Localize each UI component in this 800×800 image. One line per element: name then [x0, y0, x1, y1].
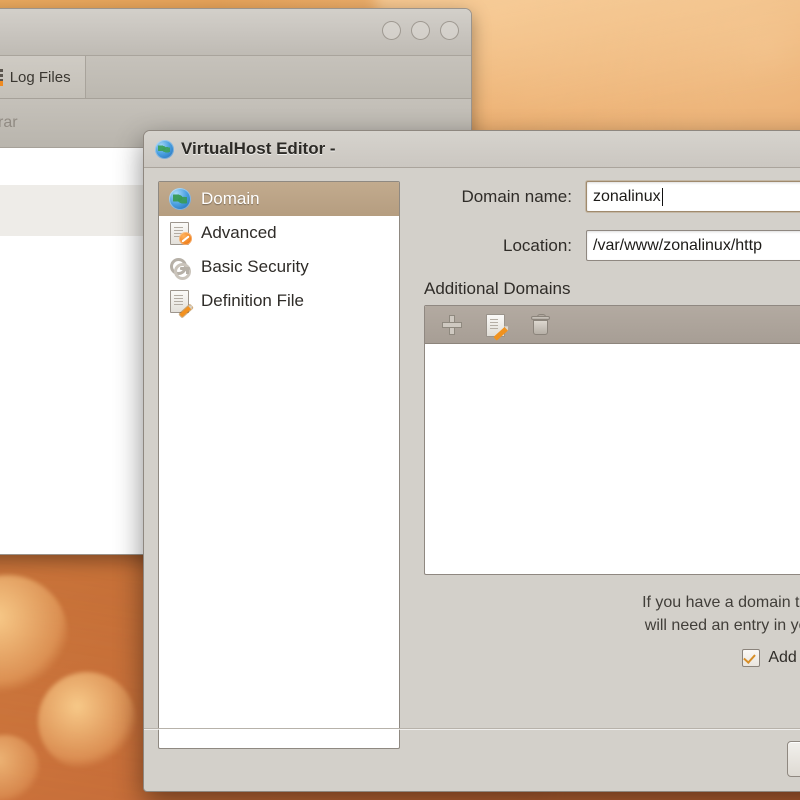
help-text: If you have a domain that is not reg wil…: [412, 591, 800, 637]
location-label: Location:: [503, 235, 572, 255]
sidebar-item-advanced[interactable]: Advanced: [159, 216, 399, 250]
maximize-button[interactable]: [411, 21, 430, 40]
additional-domains-toolbar[interactable]: [425, 306, 800, 344]
additional-domains-listbox[interactable]: [424, 305, 800, 575]
add-domain-button[interactable]: [439, 312, 465, 338]
domain-name-input[interactable]: zonalinux: [586, 181, 800, 212]
sidebar-item-definition-file[interactable]: Definition File: [159, 284, 399, 318]
location-row: Location: /var/www/zonalinux/http: [412, 230, 800, 261]
help-text-line1: If you have a domain that is not reg: [642, 594, 800, 611]
domain-name-label: Domain name:: [461, 186, 572, 206]
virtualhost-editor-dialog[interactable]: VirtualHost Editor - Domain Advanced Bas…: [143, 130, 800, 792]
close-button[interactable]: [440, 21, 459, 40]
globe-icon: [169, 188, 191, 210]
dialog-separator: [144, 728, 800, 729]
window-controls[interactable]: [382, 21, 459, 40]
add-hosts-entries-label: Add proper entrie: [768, 649, 800, 667]
edit-domain-button[interactable]: [483, 312, 509, 341]
location-input[interactable]: /var/www/zonalinux/http: [586, 230, 800, 261]
trash-icon: [531, 313, 550, 336]
delete-domain-button[interactable]: [527, 312, 553, 338]
dialog-titlebar[interactable]: VirtualHost Editor -: [144, 131, 800, 168]
screen: Modules Log Files ditar Borrar oot: /var…: [0, 0, 800, 800]
plus-icon: [442, 314, 462, 335]
sidebar-item-label: Definition File: [201, 291, 304, 310]
help-text-line2: will need an entry in your /etc/host: [412, 614, 800, 637]
add-hosts-entries-row[interactable]: Add proper entrie: [412, 649, 800, 668]
domain-name-row: Domain name: zonalinux: [412, 181, 800, 212]
cancel-button[interactable]: Cance: [786, 741, 800, 777]
dialog-sidebar[interactable]: Domain Advanced Basic Security Definitio…: [158, 181, 400, 749]
location-value: /var/www/zonalinux/http: [593, 236, 762, 254]
sidebar-item-label: Domain: [201, 189, 260, 208]
document-pencil-icon: [169, 290, 193, 318]
dialog-action-buttons[interactable]: Cance: [786, 741, 800, 777]
sidebar-item-domain[interactable]: Domain: [159, 182, 399, 216]
background-window-tabs[interactable]: Modules Log Files: [0, 56, 471, 99]
text-caret: [661, 187, 663, 206]
dialog-body: Domain Advanced Basic Security Definitio…: [144, 167, 800, 791]
toolbar-delete-label: Borrar: [0, 114, 18, 131]
lines-icon: [0, 68, 3, 86]
additional-domains-label: Additional Domains: [424, 279, 571, 298]
tab-log-files-label: Log Files: [9, 68, 71, 86]
dialog-title: VirtualHost Editor -: [181, 139, 336, 158]
add-hosts-entries-checkbox[interactable]: [742, 649, 761, 668]
sidebar-item-label: Advanced: [201, 223, 277, 242]
document-wrench-icon: [169, 222, 192, 245]
sidebar-item-label: Basic Security: [201, 257, 309, 276]
globe-icon: [155, 139, 174, 159]
toolbar-delete-button[interactable]: Borrar: [0, 113, 18, 133]
dialog-content-pane: Domain name: zonalinux Location: /var/ww…: [412, 181, 800, 791]
domain-name-value: zonalinux: [593, 187, 661, 205]
tab-log-files[interactable]: Log Files: [0, 56, 86, 98]
background-window-titlebar[interactable]: [0, 9, 471, 56]
minimize-button[interactable]: [382, 21, 401, 40]
sidebar-item-basic-security[interactable]: Basic Security: [159, 250, 399, 284]
wallpaper-bokeh-circle: [38, 672, 136, 770]
keys-icon: [169, 256, 191, 280]
help-text-line2-prefix: will need an entry in your: [644, 617, 800, 635]
document-pencil-icon: [486, 313, 509, 341]
